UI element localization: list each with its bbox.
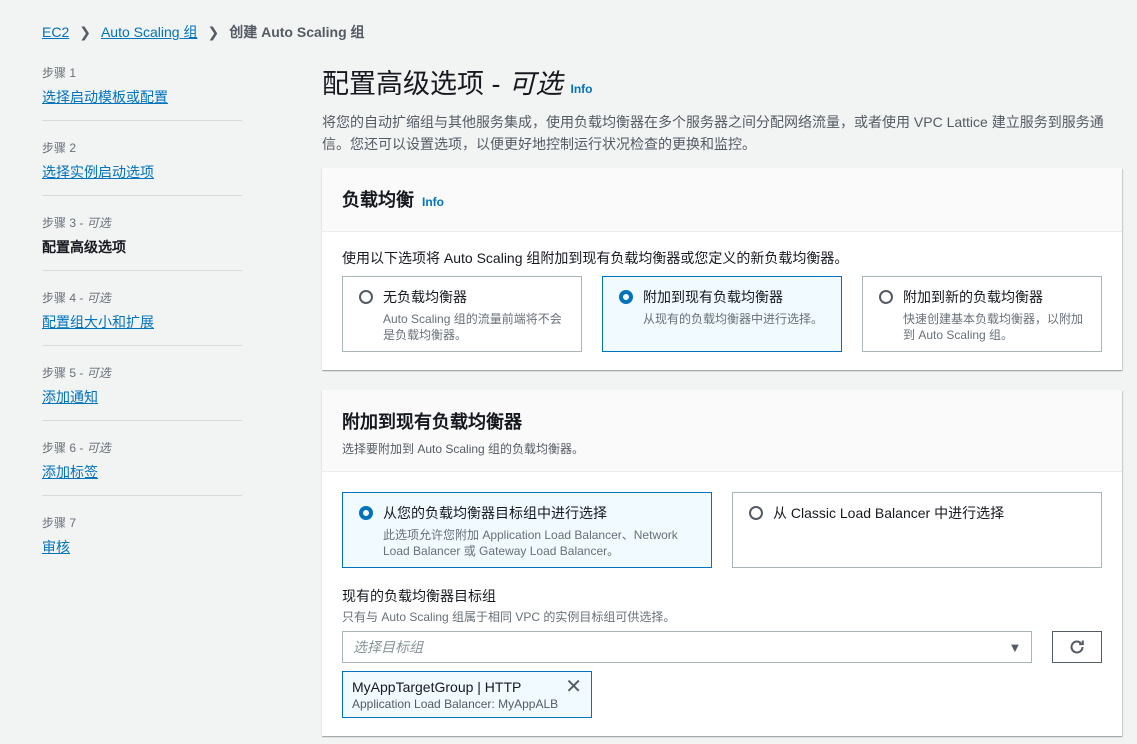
radio-selected-icon[interactable] xyxy=(619,290,633,304)
panel-title: 附加到现有负载均衡器 xyxy=(342,412,522,432)
step-number: 步骤 2 xyxy=(42,141,77,155)
step-current-title: 配置高级选项 xyxy=(42,239,126,255)
step-2: 步骤 2 选择实例启动选项 xyxy=(42,135,242,196)
step-number: 步骤 7 xyxy=(42,516,77,530)
radio-unselected-icon[interactable] xyxy=(749,506,763,520)
step-number: 步骤 1 xyxy=(42,66,77,80)
page-title-optional: 可选 xyxy=(508,69,563,99)
main-content: 配置高级选项 - 可选 Info 将您的自动扩缩组与其他服务集成，使用负载均衡器… xyxy=(322,62,1122,155)
panel-title: 负载均衡 Info xyxy=(342,190,444,210)
step-link[interactable]: 添加通知 xyxy=(42,387,242,407)
step-number: 步骤 3 xyxy=(42,216,77,230)
step-link[interactable]: 配置组大小和扩展 xyxy=(42,312,242,332)
step-optional: 可选 xyxy=(86,291,111,305)
step-5: 步骤 5 - 可选 添加通知 xyxy=(42,360,242,421)
lb-options: 无负载均衡器 Auto Scaling 组的流量前端将不会是负载均衡器。 附加到… xyxy=(342,276,1102,352)
load-balancing-panel: 负载均衡 Info 使用以下选项将 Auto Scaling 组附加到现有负载均… xyxy=(322,168,1122,370)
step-optional: 可选 xyxy=(86,366,111,380)
radio-unselected-icon[interactable] xyxy=(879,290,893,304)
breadcrumb: EC2 ❯ Auto Scaling 组 ❯ 创建 Auto Scaling 组 xyxy=(42,22,365,42)
radio-selected-icon[interactable] xyxy=(359,506,373,520)
step-link[interactable]: 选择启动模板或配置 xyxy=(42,87,242,107)
radio-unselected-icon[interactable] xyxy=(359,290,373,304)
select-placeholder: 选择目标组 xyxy=(353,639,423,655)
breadcrumb-current: 创建 Auto Scaling 组 xyxy=(229,24,365,40)
step-7: 步骤 7 审核 xyxy=(42,510,242,571)
breadcrumb-auto-scaling[interactable]: Auto Scaling 组 xyxy=(101,22,198,42)
info-link[interactable]: Info xyxy=(422,195,444,209)
refresh-icon xyxy=(1070,640,1084,654)
info-link[interactable]: Info xyxy=(571,82,593,96)
option-target-groups[interactable]: 从您的负载均衡器目标组中进行选择 此选项允许您附加 Application Lo… xyxy=(342,492,712,568)
page-title: 配置高级选项 - 可选 Info xyxy=(322,62,1122,101)
step-link[interactable]: 选择实例启动选项 xyxy=(42,162,242,182)
field-description: 只有与 Auto Scaling 组属于相同 VPC 的实例目标组可供选择。 xyxy=(342,610,676,624)
step-optional: 可选 xyxy=(86,216,111,230)
option-existing-lb[interactable]: 附加到现有负载均衡器 从现有的负载均衡器中进行选择。 xyxy=(602,276,842,352)
target-source-options: 从您的负载均衡器目标组中进行选择 此选项允许您附加 Application Lo… xyxy=(342,492,1102,568)
caret-down-icon: ▼ xyxy=(1008,639,1022,655)
option-classic-lb[interactable]: 从 Classic Load Balancer 中进行选择 xyxy=(732,492,1102,568)
target-group-select[interactable]: 选择目标组 ▼ xyxy=(342,631,1033,663)
chevron-right-icon: ❯ xyxy=(79,23,91,40)
panel-lead: 使用以下选项将 Auto Scaling 组附加到现有负载均衡器或您定义的新负载… xyxy=(342,250,849,266)
attach-existing-panel: 附加到现有负载均衡器 选择要附加到 Auto Scaling 组的负载均衡器。 … xyxy=(322,390,1122,736)
close-icon[interactable]: ✕ xyxy=(565,677,582,697)
refresh-button[interactable] xyxy=(1052,631,1102,663)
step-6: 步骤 6 - 可选 添加标签 xyxy=(42,435,242,496)
step-link[interactable]: 添加标签 xyxy=(42,462,242,482)
breadcrumb-ec2[interactable]: EC2 xyxy=(42,24,69,40)
panel-subtitle: 选择要附加到 Auto Scaling 组的负载均衡器。 xyxy=(342,442,585,456)
step-number: 步骤 5 xyxy=(42,366,77,380)
wizard-steps: 步骤 1 选择启动模板或配置 步骤 2 选择实例启动选项 步骤 3 - 可选 配… xyxy=(42,60,242,585)
option-new-lb[interactable]: 附加到新的负载均衡器 快速创建基本负载均衡器，以附加到 Auto Scaling… xyxy=(862,276,1102,352)
step-link[interactable]: 审核 xyxy=(42,537,242,557)
step-number: 步骤 4 xyxy=(42,291,77,305)
step-4: 步骤 4 - 可选 配置组大小和扩展 xyxy=(42,285,242,346)
selected-target-group-token: MyAppTargetGroup | HTTP Application Load… xyxy=(342,671,592,718)
chevron-right-icon: ❯ xyxy=(207,23,220,40)
step-optional: 可选 xyxy=(86,441,111,455)
option-no-lb[interactable]: 无负载均衡器 Auto Scaling 组的流量前端将不会是负载均衡器。 xyxy=(342,276,582,352)
step-3: 步骤 3 - 可选 配置高级选项 xyxy=(42,210,242,271)
page-description: 将您的自动扩缩组与其他服务集成，使用负载均衡器在多个服务器之间分配网络流量，或者… xyxy=(322,114,1104,152)
step-number: 步骤 6 xyxy=(42,441,77,455)
step-1: 步骤 1 选择启动模板或配置 xyxy=(42,60,242,121)
field-label: 现有的负载均衡器目标组 xyxy=(342,588,496,604)
